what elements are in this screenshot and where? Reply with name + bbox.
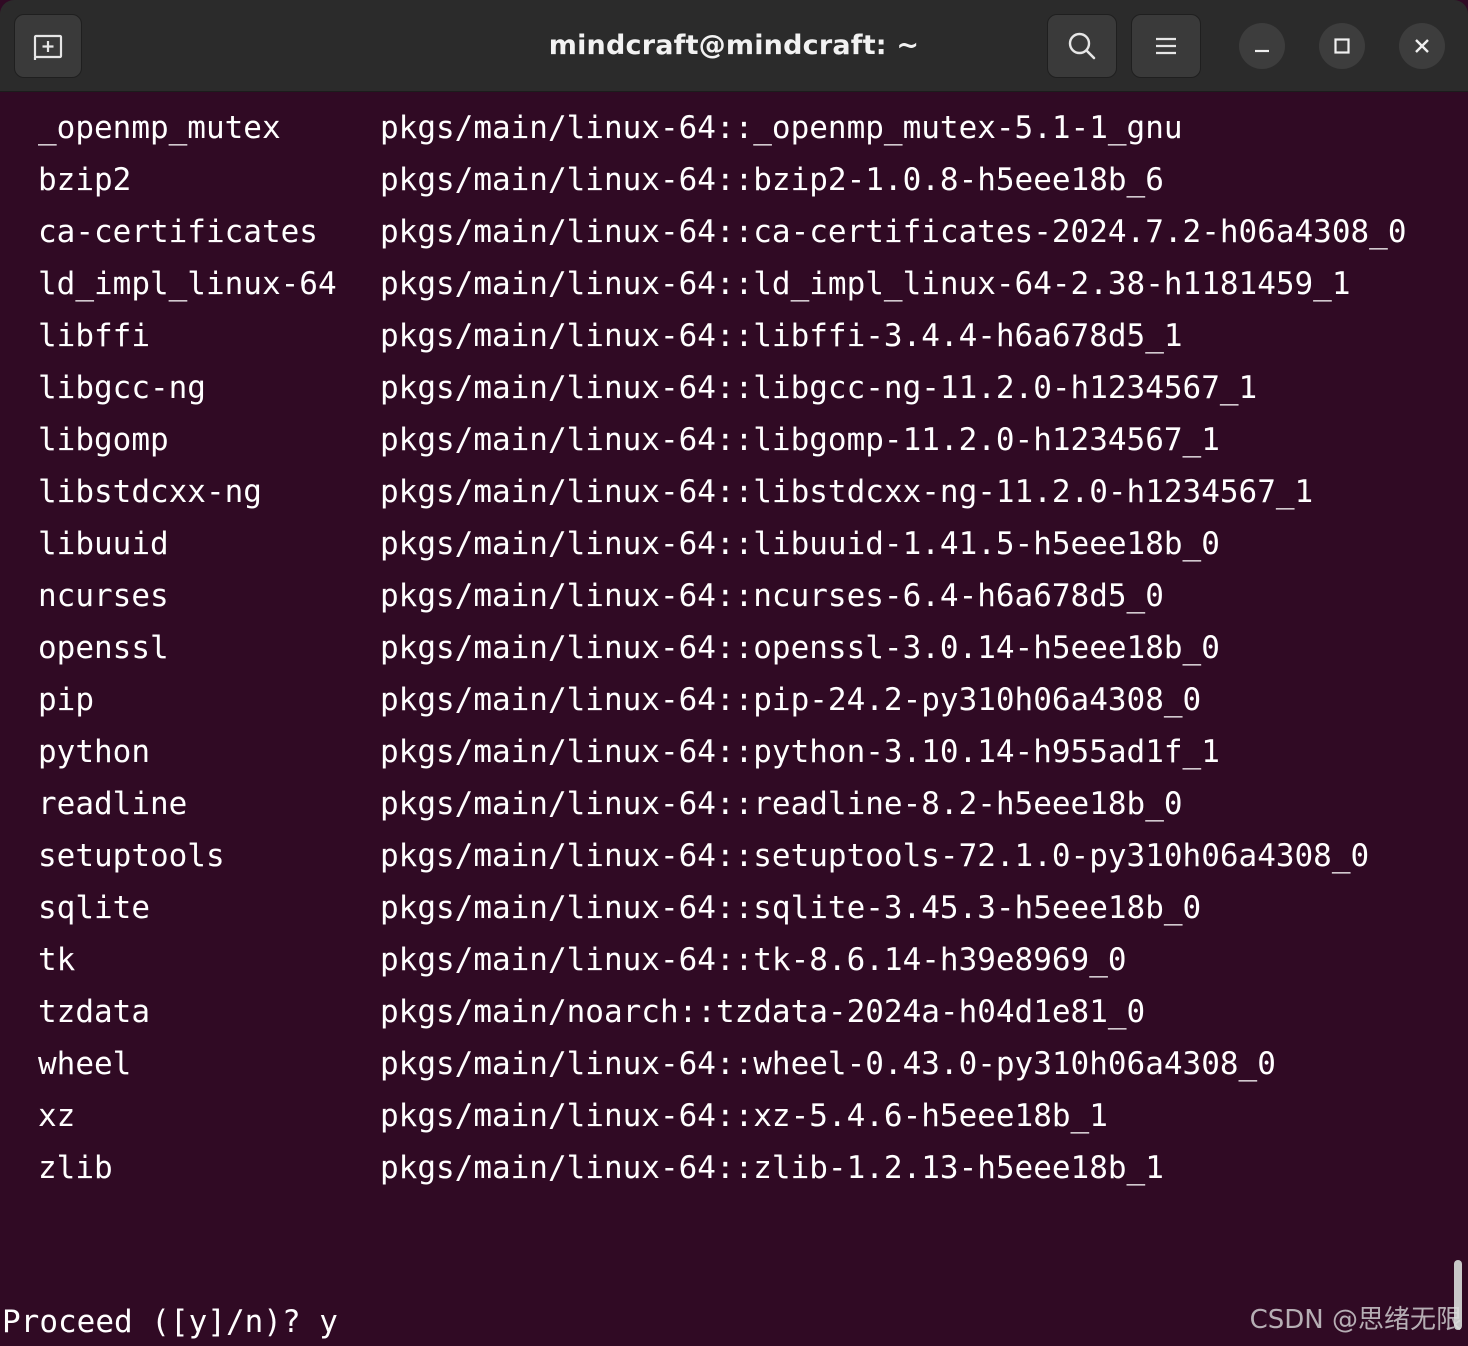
package-source: pkgs/main/linux-64::libffi-3.4.4-h6a678d…: [380, 318, 1183, 354]
package-name: libuuid: [38, 526, 169, 562]
package-source: pkgs/main/linux-64::libstdcxx-ng-11.2.0-…: [380, 474, 1314, 510]
package-name: xz: [38, 1098, 76, 1134]
package-name: bzip2: [38, 162, 132, 198]
watermark: CSDN @思绪无限: [1249, 1305, 1462, 1335]
package-name: libgomp: [38, 422, 169, 458]
package-source: pkgs/main/linux-64::readline-8.2-h5eee18…: [380, 786, 1183, 822]
title-bar[interactable]: mindcraft@mindcraft: ~: [0, 0, 1468, 92]
proceed-prompt[interactable]: Proceed ([y]/n)? y: [2, 1298, 338, 1346]
package-source: pkgs/main/linux-64::sqlite-3.45.3-h5eee1…: [380, 890, 1202, 926]
package-source: pkgs/main/linux-64::setuptools-72.1.0-py…: [380, 838, 1370, 874]
package-source: pkgs/main/linux-64::python-3.10.14-h955a…: [380, 734, 1220, 770]
package-name: ca-certificates: [38, 214, 318, 250]
hamburger-menu-icon: [1156, 37, 1176, 55]
search-icon: [1068, 32, 1096, 60]
package-source: pkgs/main/linux-64::ld_impl_linux-64-2.3…: [380, 266, 1351, 302]
package-source: pkgs/main/linux-64::ca-certificates-2024…: [380, 214, 1407, 250]
package-name: openssl: [38, 630, 169, 666]
package-source: pkgs/main/linux-64::libuuid-1.41.5-h5eee…: [380, 526, 1220, 562]
package-source: pkgs/main/linux-64::openssl-3.0.14-h5eee…: [380, 630, 1220, 666]
package-name: tk: [38, 942, 76, 978]
menu-button[interactable]: [1131, 14, 1201, 78]
package-name: readline: [38, 786, 188, 822]
package-source: pkgs/main/linux-64::libgcc-ng-11.2.0-h12…: [380, 370, 1258, 406]
package-name: libffi: [38, 318, 150, 354]
package-source: pkgs/main/linux-64::bzip2-1.0.8-h5eee18b…: [380, 162, 1164, 198]
close-button[interactable]: [1399, 23, 1445, 69]
package-name: sqlite: [38, 890, 150, 926]
package-name: tzdata: [38, 994, 150, 1030]
package-source: pkgs/main/linux-64::ncurses-6.4-h6a678d5…: [380, 578, 1164, 614]
package-name: python: [38, 734, 150, 770]
package-source: pkgs/main/linux-64::xz-5.4.6-h5eee18b_1: [380, 1098, 1108, 1134]
package-source: pkgs/main/noarch::tzdata-2024a-h04d1e81_…: [380, 994, 1146, 1030]
close-icon: [1415, 39, 1429, 53]
package-name: _openmp_mutex: [38, 110, 281, 146]
package-name: ncurses: [38, 578, 169, 614]
package-source: pkgs/main/linux-64::pip-24.2-py310h06a43…: [380, 682, 1202, 718]
package-source: pkgs/main/linux-64::_openmp_mutex-5.1-1_…: [380, 110, 1183, 146]
maximize-icon: [1334, 38, 1350, 54]
package-name: ld_impl_linux-64: [38, 266, 337, 302]
minimize-button[interactable]: [1239, 23, 1285, 69]
package-name: libgcc-ng: [38, 370, 206, 406]
terminal-output[interactable]: _openmp_mutex pkgs/main/linux-64::_openmp…: [0, 92, 1468, 1346]
search-button[interactable]: [1047, 14, 1117, 78]
package-source: pkgs/main/linux-64::tk-8.6.14-h39e8969_0: [380, 942, 1127, 978]
package-name: zlib: [38, 1150, 113, 1186]
package-source: pkgs/main/linux-64::zlib-1.2.13-h5eee18b…: [380, 1150, 1164, 1186]
package-source: pkgs/main/linux-64::libgomp-11.2.0-h1234…: [380, 422, 1220, 458]
maximize-button[interactable]: [1319, 23, 1365, 69]
package-source: pkgs/main/linux-64::wheel-0.43.0-py310h0…: [380, 1046, 1276, 1082]
minimize-icon: [1255, 49, 1269, 53]
package-name: setuptools: [38, 838, 225, 874]
package-name: wheel: [38, 1046, 132, 1082]
terminal-window: mindcraft@mindcraft: ~ _openmp_mutex pkg…: [0, 0, 1468, 1346]
package-name: pip: [38, 682, 94, 718]
package-name: libstdcxx-ng: [38, 474, 262, 510]
